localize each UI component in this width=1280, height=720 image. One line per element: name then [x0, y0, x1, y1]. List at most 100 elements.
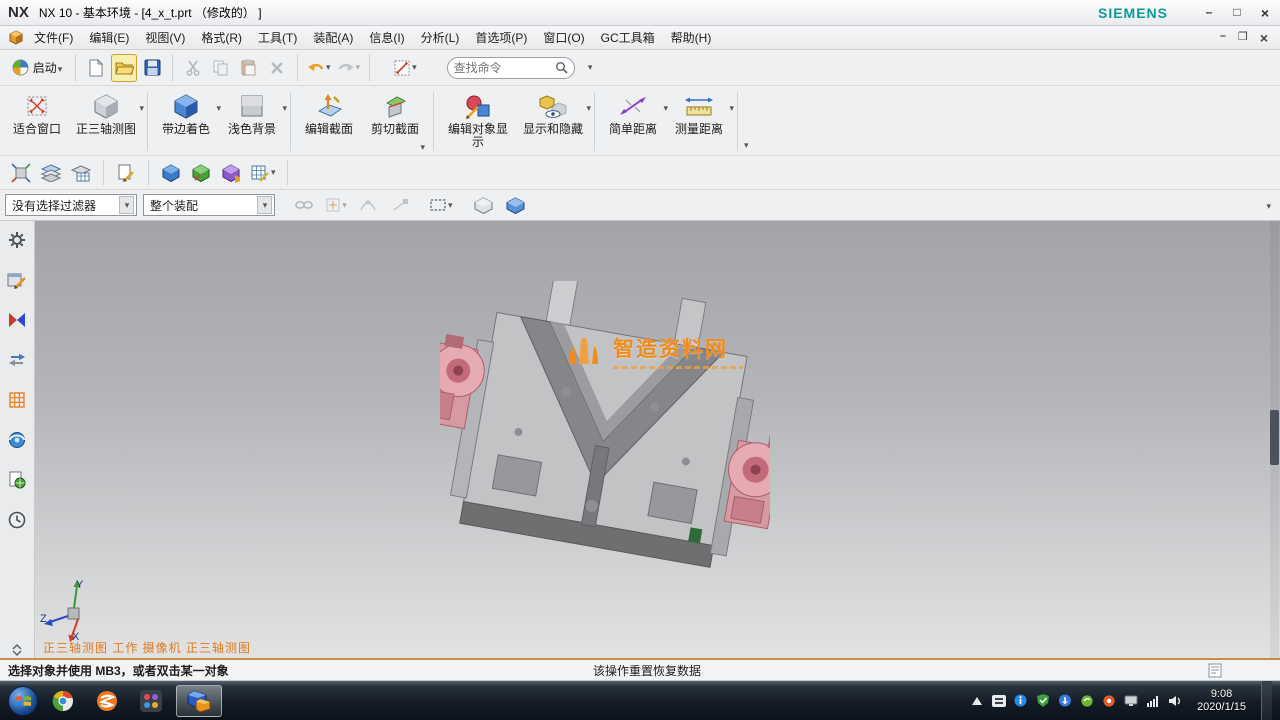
taskbar-app-wps[interactable] — [132, 685, 170, 717]
clip-section-button[interactable]: 剪切截面 — [362, 88, 428, 155]
menu-information[interactable]: 信息(I) — [361, 26, 412, 49]
viewport-scrollbar[interactable] — [1270, 221, 1279, 658]
selection-filter-dropdown[interactable] — [119, 196, 134, 214]
browser-icon — [51, 689, 75, 713]
copy-button[interactable] — [208, 54, 234, 82]
undo-button[interactable] — [305, 54, 333, 82]
isometric-view-dropdown[interactable] — [138, 100, 144, 114]
library-button[interactable] — [4, 387, 30, 413]
tray-download-icon[interactable] — [1057, 693, 1072, 708]
selection-filter-combo[interactable]: 没有选择过滤器 — [5, 194, 137, 216]
paste-button[interactable] — [236, 54, 262, 82]
menu-tools[interactable]: 工具(T) — [250, 26, 305, 49]
analysis-navigator-button[interactable] — [4, 307, 30, 333]
cad-model-fixture[interactable] — [440, 281, 770, 581]
snap-point-button[interactable] — [323, 191, 349, 219]
doc-minimize-button[interactable] — [1220, 30, 1226, 46]
menu-edit[interactable]: 编辑(E) — [81, 26, 137, 49]
rectangle-select-button[interactable] — [427, 191, 455, 219]
doc-close-button[interactable] — [1260, 30, 1268, 46]
delete-button[interactable] — [264, 54, 290, 82]
menu-analysis[interactable]: 分析(L) — [413, 26, 468, 49]
edit-object-display-button[interactable]: 编辑对象显示 — [439, 88, 517, 155]
tray-red-icon[interactable] — [1101, 693, 1116, 708]
command-search-input[interactable] — [454, 61, 551, 75]
point-on-curve-button[interactable] — [355, 191, 381, 219]
tray-shield-icon[interactable] — [1035, 693, 1050, 708]
navigator-settings-button[interactable] — [4, 227, 30, 253]
menu-view[interactable]: 视图(V) — [137, 26, 193, 49]
measure-distance-button[interactable]: 测量距离 — [666, 88, 732, 155]
tray-display-icon[interactable] — [1123, 693, 1138, 708]
menu-preferences[interactable]: 首选项(P) — [467, 26, 535, 49]
measure-distance-dropdown[interactable] — [729, 100, 735, 114]
light-background-button[interactable]: 浅色背景 — [219, 88, 285, 155]
fit-window-button[interactable]: 适合窗口 — [4, 88, 70, 155]
taskbar-app-sogou[interactable] — [88, 685, 126, 717]
component-pattern-button[interactable] — [248, 159, 278, 187]
assembly-constraints-button[interactable] — [188, 159, 214, 187]
menu-assemblies[interactable]: 装配(A) — [305, 26, 361, 49]
tray-info-icon[interactable] — [1013, 693, 1028, 708]
wave-geometry-button[interactable] — [218, 159, 244, 187]
show-only-button[interactable] — [503, 191, 529, 219]
show-desktop-button[interactable] — [1261, 681, 1272, 720]
hidden-icons-button[interactable] — [969, 693, 984, 708]
menu-format[interactable]: 格式(R) — [193, 26, 250, 49]
show-hide-dropdown[interactable] — [586, 100, 592, 114]
tray-green-icon[interactable] — [1079, 693, 1094, 708]
layer-category-button[interactable] — [68, 159, 94, 187]
simple-distance-button[interactable]: 简单距离 — [600, 88, 666, 155]
repeat-command-button[interactable] — [391, 54, 419, 82]
minimize-button[interactable] — [1202, 5, 1216, 21]
graphics-viewport[interactable]: 智造资料网 Y Z X 正三轴测图 工作 摄像机 正三轴测图 — [35, 221, 1280, 658]
new-file-button[interactable] — [83, 54, 109, 82]
interpart-link-button[interactable] — [291, 191, 317, 219]
open-file-button[interactable] — [111, 54, 137, 82]
doc-restore-button[interactable] — [1238, 30, 1248, 46]
start-button[interactable] — [8, 686, 38, 716]
isometric-view-button[interactable]: 正三轴测图 — [70, 88, 142, 155]
viewport-scrollbar-thumb[interactable] — [1270, 410, 1279, 465]
ribbon-overflow-dropdown[interactable] — [743, 137, 749, 151]
history-button[interactable] — [4, 507, 30, 533]
close-button[interactable] — [1258, 5, 1272, 21]
sidebar-collapse-button[interactable] — [4, 642, 30, 658]
taskbar-clock[interactable]: 9:08 2020/1/15 — [1189, 688, 1254, 714]
selection-bar-overflow-dropdown[interactable] — [1265, 198, 1275, 212]
menu-file[interactable]: 文件(F) — [26, 26, 81, 49]
maximize-button[interactable] — [1230, 5, 1244, 21]
taskbar-app-browser[interactable] — [44, 685, 82, 717]
ime-indicator[interactable] — [991, 693, 1006, 708]
start-menu-button[interactable]: 启动 — [6, 54, 68, 82]
network-icon[interactable] — [1145, 693, 1160, 708]
edit-work-part-button[interactable] — [113, 159, 139, 187]
show-and-hide-button[interactable]: 显示和隐藏 — [517, 88, 589, 155]
redo-button[interactable] — [335, 54, 363, 82]
volume-icon[interactable] — [1167, 693, 1182, 708]
background-dropdown[interactable] — [281, 100, 287, 114]
endpoint-snap-button[interactable] — [387, 191, 413, 219]
highlight-assembly-button[interactable] — [471, 191, 497, 219]
selection-scope-combo[interactable]: 整个装配 — [143, 194, 275, 216]
solid-cube-icon — [506, 197, 525, 214]
status-note-icon[interactable] — [1208, 663, 1222, 681]
history-palette-button[interactable] — [4, 467, 30, 493]
menu-help[interactable]: 帮助(H) — [663, 26, 720, 49]
clip-section-dropdown[interactable] — [419, 139, 425, 153]
snapshot-button[interactable] — [8, 159, 34, 187]
web-browser-button[interactable] — [4, 427, 30, 453]
move-component-button[interactable] — [158, 159, 184, 187]
layer-settings-button[interactable] — [38, 159, 64, 187]
edit-section-button[interactable]: 编辑截面 — [296, 88, 362, 155]
roles-button[interactable] — [4, 267, 30, 293]
menu-window[interactable]: 窗口(O) — [535, 26, 592, 49]
selection-scope-dropdown[interactable] — [257, 196, 272, 214]
search-options-dropdown[interactable] — [577, 54, 603, 82]
cut-button[interactable] — [180, 54, 206, 82]
reuse-library-button[interactable] — [4, 347, 30, 373]
taskbar-app-nx[interactable] — [176, 685, 222, 717]
menu-gc-toolbox[interactable]: GC工具箱 — [593, 26, 663, 49]
shaded-with-edges-button[interactable]: 带边着色 — [153, 88, 219, 155]
save-button[interactable] — [139, 54, 165, 82]
